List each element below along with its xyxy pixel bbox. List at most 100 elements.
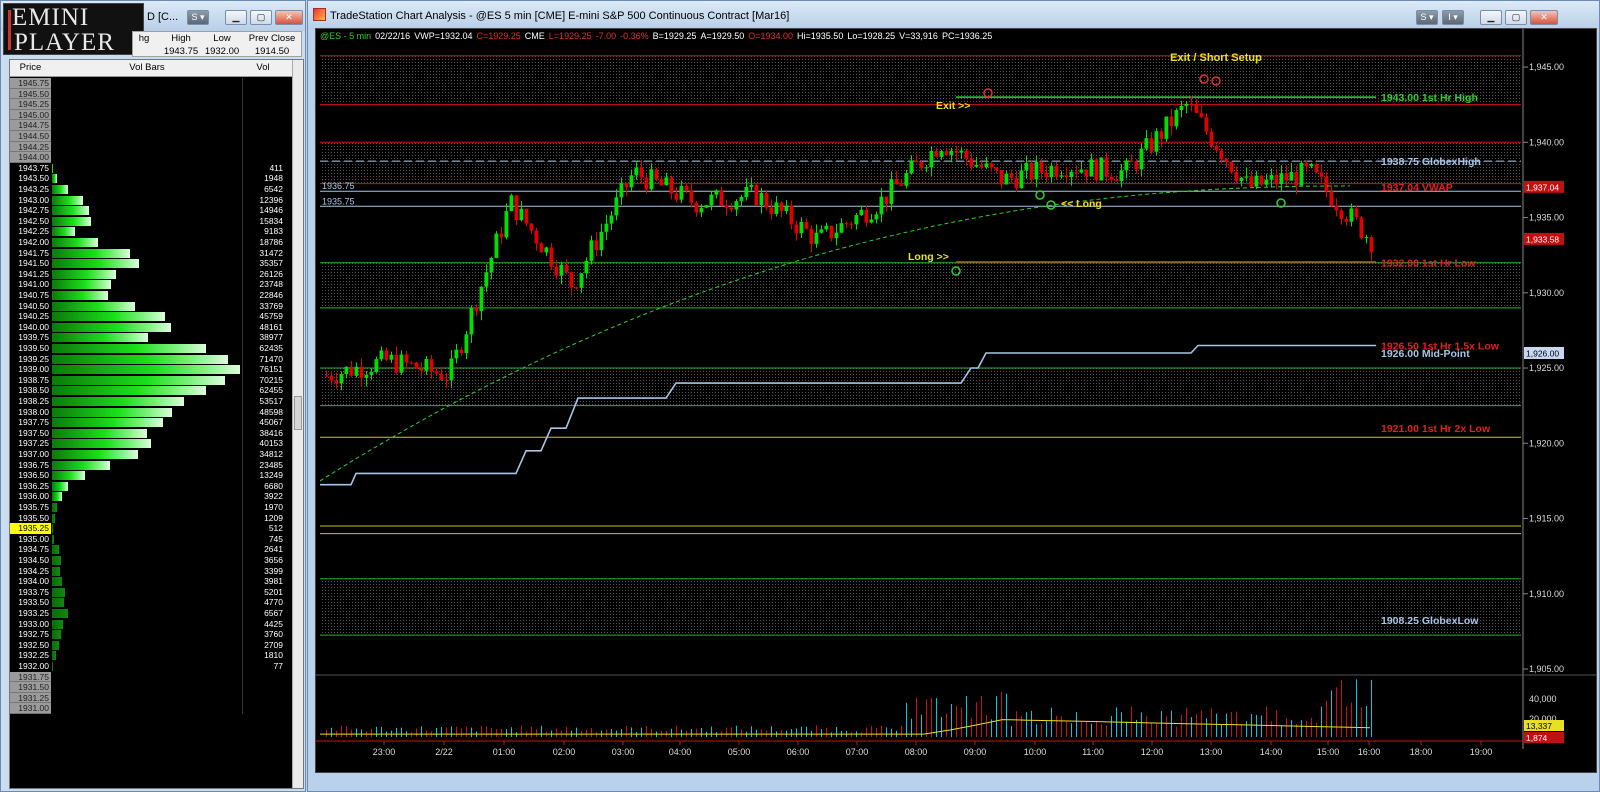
symbol-link-button[interactable]: S ▾: [1416, 10, 1438, 25]
matrix-volume-cell: 62455: [259, 385, 283, 396]
matrix-row[interactable]: 1931.50: [10, 682, 294, 693]
price-chart[interactable]: 1936.75 1935.75 1943.00 1st Hr High 1938.75…: [315, 28, 1597, 773]
matrix-row[interactable]: 1940.75 22846: [10, 290, 294, 301]
volume-profile-matrix[interactable]: Price Vol Bars Vol 1945.75 1945.50 1945.25…: [9, 59, 304, 789]
matrix-row[interactable]: 1936.50 13249: [10, 470, 294, 481]
matrix-volume-cell: 13249: [259, 470, 283, 481]
matrix-row[interactable]: 1944.50: [10, 131, 294, 142]
candle-body: [379, 350, 384, 360]
matrix-row[interactable]: 1941.00 23748: [10, 279, 294, 290]
matrix-row[interactable]: 1938.00 48598: [10, 406, 294, 418]
volume-bar: [52, 587, 65, 597]
matrix-row[interactable]: 1937.50 38416: [10, 427, 294, 439]
chart-canvas[interactable]: 1936.75 1935.75 1943.00 1st Hr High 1938.75…: [316, 29, 1597, 773]
matrix-row[interactable]: 1934.25 3399: [10, 565, 294, 577]
matrix-row[interactable]: 1945.75: [10, 78, 294, 89]
matrix-row[interactable]: 1931.25: [10, 692, 294, 704]
matrix-row[interactable]: 1944.00: [10, 152, 294, 163]
close-button[interactable]: ✕: [1530, 10, 1558, 25]
matrix-volume-cell: 4425: [264, 618, 283, 629]
candle-body: [684, 185, 689, 191]
candle-body: [479, 286, 484, 312]
matrix-price-cell: 1932.25: [10, 650, 51, 661]
matrix-row[interactable]: 1944.75: [10, 120, 294, 131]
matrix-row[interactable]: 1933.25 6567: [10, 608, 294, 619]
candle-body: [434, 371, 439, 374]
matrix-row[interactable]: 1935.00 745: [10, 533, 294, 545]
candle-body: [469, 307, 474, 335]
maximize-button[interactable]: ▢: [1505, 10, 1527, 25]
symbol-link-button[interactable]: S ▾: [187, 10, 209, 25]
matrix-row[interactable]: 1944.25: [10, 141, 294, 153]
matrix-row[interactable]: 1934.00 3981: [10, 576, 294, 587]
matrix-row[interactable]: 1934.50 3656: [10, 555, 294, 566]
candle-body: [1044, 172, 1049, 178]
matrix-row[interactable]: 1945.00: [10, 109, 294, 121]
matrix-row[interactable]: 1939.75 38977: [10, 332, 294, 343]
matrix-row[interactable]: 1938.75 70215: [10, 374, 294, 386]
matrix-row[interactable]: 1935.25 512: [10, 523, 294, 534]
matrix-price-cell: 1935.00: [10, 533, 51, 545]
volume-bar: [52, 163, 53, 173]
status-field: A=1929.50: [700, 31, 745, 41]
matrix-row[interactable]: 1932.00 77: [10, 661, 294, 672]
matrix-row[interactable]: 1941.25 26126: [10, 268, 294, 280]
candle-body: [1049, 165, 1054, 178]
minimize-button[interactable]: ▁: [1480, 10, 1502, 25]
matrix-scrollbar[interactable]: [292, 60, 303, 788]
matrix-row[interactable]: 1931.75: [10, 671, 294, 683]
matrix-row[interactable]: 1941.50 35357: [10, 258, 294, 269]
matrix-row[interactable]: 1938.25 53517: [10, 396, 294, 407]
matrix-row[interactable]: 1942.25 9183: [10, 226, 294, 237]
matrix-row[interactable]: 1933.50 4770: [10, 597, 294, 608]
matrix-row[interactable]: 1936.25 6680: [10, 480, 294, 492]
matrix-row[interactable]: 1943.25 6542: [10, 184, 294, 195]
matrix-row[interactable]: 1937.00 34812: [10, 449, 294, 460]
matrix-row[interactable]: 1940.25 45759: [10, 311, 294, 322]
matrix-row[interactable]: 1933.00 4425: [10, 618, 294, 630]
matrix-scroll-thumb[interactable]: [294, 396, 302, 430]
minimize-button[interactable]: ▁: [225, 10, 247, 25]
matrix-col-price[interactable]: Price: [10, 62, 51, 73]
status-field: Lo=1928.25: [847, 31, 896, 41]
chart-titlebar[interactable]: TradeStation Chart Analysis - @ES 5 min …: [308, 1, 1599, 29]
matrix-row[interactable]: 1932.75 3760: [10, 629, 294, 640]
matrix-row[interactable]: 1942.75 14946: [10, 205, 294, 216]
matrix-row[interactable]: 1934.75 2641: [10, 544, 294, 555]
matrix-row[interactable]: 1931.00: [10, 703, 294, 714]
matrix-row[interactable]: 1945.50: [10, 88, 294, 100]
matrix-row[interactable]: 1932.25 1810: [10, 650, 294, 661]
matrix-row[interactable]: 1943.75 411: [10, 162, 294, 174]
candle-body: [909, 160, 914, 174]
quote-header-chg: hg: [138, 33, 150, 44]
matrix-row[interactable]: 1940.50 33769: [10, 300, 294, 312]
matrix-row[interactable]: 1936.75 23485: [10, 459, 294, 471]
matrix-row[interactable]: 1939.00 76151: [10, 364, 294, 375]
matrix-row[interactable]: 1933.75 5201: [10, 586, 294, 598]
matrix-row[interactable]: 1945.25: [10, 99, 294, 110]
matrix-row[interactable]: 1942.00 18786: [10, 237, 294, 248]
matrix-row[interactable]: 1942.50 15834: [10, 215, 294, 227]
matrix-row[interactable]: 1932.50 2709: [10, 639, 294, 651]
matrix-row[interactable]: 1937.25 40153: [10, 438, 294, 449]
matrix-col-volbars[interactable]: Vol Bars: [52, 62, 242, 73]
matrix-row[interactable]: 1940.00 48161: [10, 321, 294, 333]
matrix-row[interactable]: 1935.75 1970: [10, 502, 294, 513]
matrix-row[interactable]: 1939.50 62435: [10, 343, 294, 354]
candle-body: [344, 366, 349, 375]
matrix-row[interactable]: 1938.50 62455: [10, 385, 294, 396]
indicator-menu-button[interactable]: I ▾: [1442, 10, 1464, 25]
matrix-row[interactable]: 1941.75 31472: [10, 247, 294, 259]
matrix-row[interactable]: 1939.25 71470: [10, 353, 294, 365]
matrix-col-vol[interactable]: Vol: [243, 62, 283, 73]
matrix-row[interactable]: 1935.50 1209: [10, 512, 294, 524]
candle-body: [879, 196, 884, 215]
matrix-row[interactable]: 1943.50 1948: [10, 173, 294, 184]
matrix-row[interactable]: 1936.00 3922: [10, 491, 294, 502]
candle-body: [604, 223, 609, 232]
maximize-button[interactable]: ▢: [250, 10, 272, 25]
matrix-row[interactable]: 1943.00 12396: [10, 194, 294, 206]
candle-body: [1134, 161, 1139, 170]
matrix-row[interactable]: 1937.75 45067: [10, 417, 294, 428]
close-button[interactable]: ✕: [275, 10, 303, 25]
